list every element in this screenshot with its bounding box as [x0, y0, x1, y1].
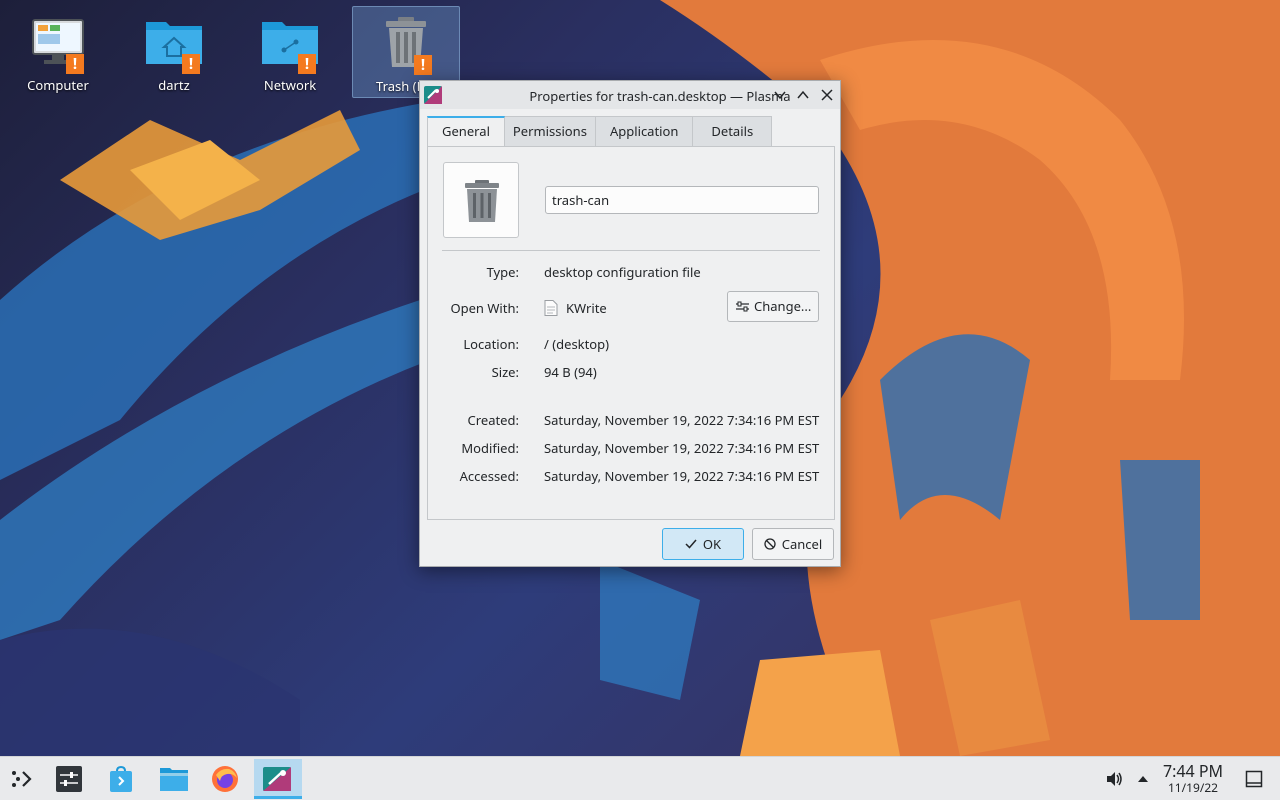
ok-button[interactable]: OK	[662, 528, 744, 560]
desktop-icon-label: Computer	[27, 76, 89, 94]
computer-icon: !	[26, 12, 90, 74]
home-folder-icon: !	[142, 12, 206, 74]
created-value: Saturday, November 19, 2022 7:34:16 PM E…	[544, 411, 820, 429]
properties-task-button[interactable]	[254, 759, 302, 799]
settings-sliders-icon	[736, 301, 749, 312]
location-label: Location:	[463, 335, 519, 353]
application-launcher-button[interactable]	[0, 759, 44, 799]
close-icon	[821, 89, 833, 101]
clock-date: 11/19/22	[1167, 779, 1219, 796]
change-button[interactable]: Change...	[727, 291, 819, 322]
warning-badge-icon: !	[414, 55, 432, 75]
size-label: Size:	[491, 363, 519, 381]
clock-time: 7:44 PM	[1162, 760, 1224, 782]
desktop-icon-dartz[interactable]: ! dartz	[124, 6, 224, 98]
desktop-icon-label: Network	[263, 76, 317, 94]
show-desktop-icon[interactable]	[1245, 770, 1263, 788]
file-icon-button[interactable]	[443, 162, 519, 238]
file-manager-icon	[160, 768, 188, 791]
accessed-label: Accessed:	[459, 467, 519, 485]
maximize-button[interactable]	[793, 85, 813, 105]
properties-dialog: Properties for trash-can.desktop — Plasm…	[419, 80, 841, 567]
separator	[442, 250, 820, 251]
taskbar: 7:44 PM 11/19/22	[0, 756, 1280, 800]
cancel-button-label: Cancel	[781, 535, 823, 553]
size-value: 94 B (94)	[544, 363, 597, 381]
type-label: Type:	[486, 263, 519, 281]
modified-label: Modified:	[461, 439, 519, 457]
cancel-button[interactable]: Cancel	[752, 528, 834, 560]
type-value: desktop configuration file	[544, 263, 701, 281]
checkmark-icon	[685, 539, 697, 549]
warning-badge-icon: !	[298, 54, 316, 74]
desktop[interactable]: ! Computer ! dartz ! Network ! Trash (Em…	[0, 0, 1280, 756]
created-label: Created:	[467, 411, 519, 429]
application-launcher-icon	[12, 771, 32, 787]
firefox-icon	[212, 766, 238, 792]
general-tab-panel: Type: desktop configuration file Open Wi…	[427, 146, 835, 520]
tray-expand-icon[interactable]	[1137, 774, 1149, 784]
cancel-icon	[764, 538, 776, 550]
trash-icon	[465, 180, 499, 222]
desktop-icon-network[interactable]: ! Network	[240, 6, 340, 98]
discover-store-button[interactable]	[99, 759, 143, 799]
tab-application[interactable]: Application	[594, 116, 694, 146]
volume-icon[interactable]	[1105, 770, 1123, 788]
dialog-titlebar[interactable]: Properties for trash-can.desktop — Plasm…	[420, 81, 840, 109]
modified-value: Saturday, November 19, 2022 7:34:16 PM E…	[544, 439, 820, 457]
open-with-value: KWrite	[566, 299, 607, 317]
accessed-value: Saturday, November 19, 2022 7:34:16 PM E…	[544, 467, 820, 485]
clock[interactable]: 7:44 PM 11/19/22	[1160, 761, 1226, 795]
ok-button-label: OK	[702, 535, 722, 553]
properties-dialog-icon	[263, 767, 291, 791]
system-settings-button[interactable]	[47, 759, 91, 799]
tab-bar: General Permissions Application Details	[427, 116, 773, 146]
desktop-icon-label: dartz	[158, 76, 190, 94]
open-with-label: Open With:	[450, 299, 519, 317]
tab-permissions[interactable]: Permissions	[503, 116, 596, 146]
desktop-icon-computer[interactable]: ! Computer	[8, 6, 108, 98]
trash-icon: !	[374, 13, 438, 75]
text-file-icon	[544, 300, 558, 316]
file-name-input[interactable]	[545, 186, 819, 214]
location-value: / (desktop)	[544, 335, 610, 353]
network-folder-icon: !	[258, 12, 322, 74]
close-button[interactable]	[817, 85, 837, 105]
file-manager-button[interactable]	[151, 759, 195, 799]
tab-general[interactable]: General	[427, 116, 505, 146]
firefox-button[interactable]	[203, 759, 247, 799]
system-settings-icon	[56, 766, 82, 792]
chevron-up-icon	[797, 90, 809, 99]
warning-badge-icon: !	[182, 54, 200, 74]
warning-badge-icon: !	[66, 54, 84, 74]
tab-details[interactable]: Details	[692, 116, 773, 146]
discover-store-icon	[110, 765, 132, 792]
chevron-down-icon	[774, 91, 786, 100]
minimize-button[interactable]	[770, 85, 790, 105]
change-button-label: Change...	[754, 297, 812, 315]
